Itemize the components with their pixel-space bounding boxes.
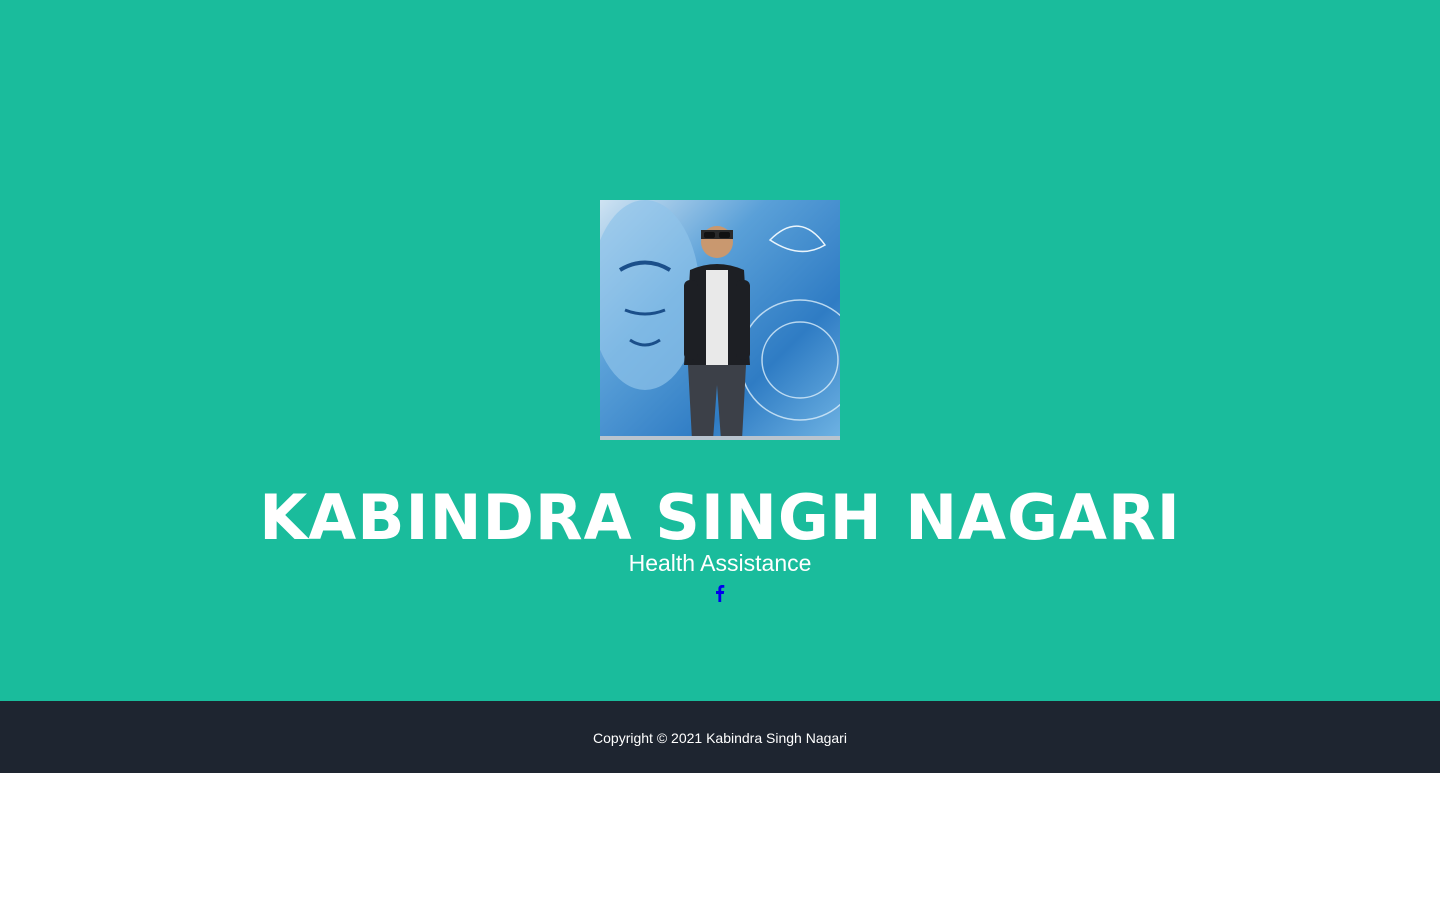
profile-photo <box>600 200 840 440</box>
copyright-text: Copyright © 2021 Kabindra Singh Nagari <box>593 730 847 746</box>
profile-name: KABINDRA SINGH NAGARI <box>259 481 1181 554</box>
hero-section: KABINDRA SINGH NAGARI Health Assistance <box>0 0 1440 701</box>
footer: Copyright © 2021 Kabindra Singh Nagari <box>0 701 1440 773</box>
profile-photo-image <box>600 200 840 440</box>
facebook-link[interactable] <box>710 582 730 604</box>
profile-role: Health Assistance <box>628 550 812 576</box>
facebook-icon <box>716 585 725 602</box>
